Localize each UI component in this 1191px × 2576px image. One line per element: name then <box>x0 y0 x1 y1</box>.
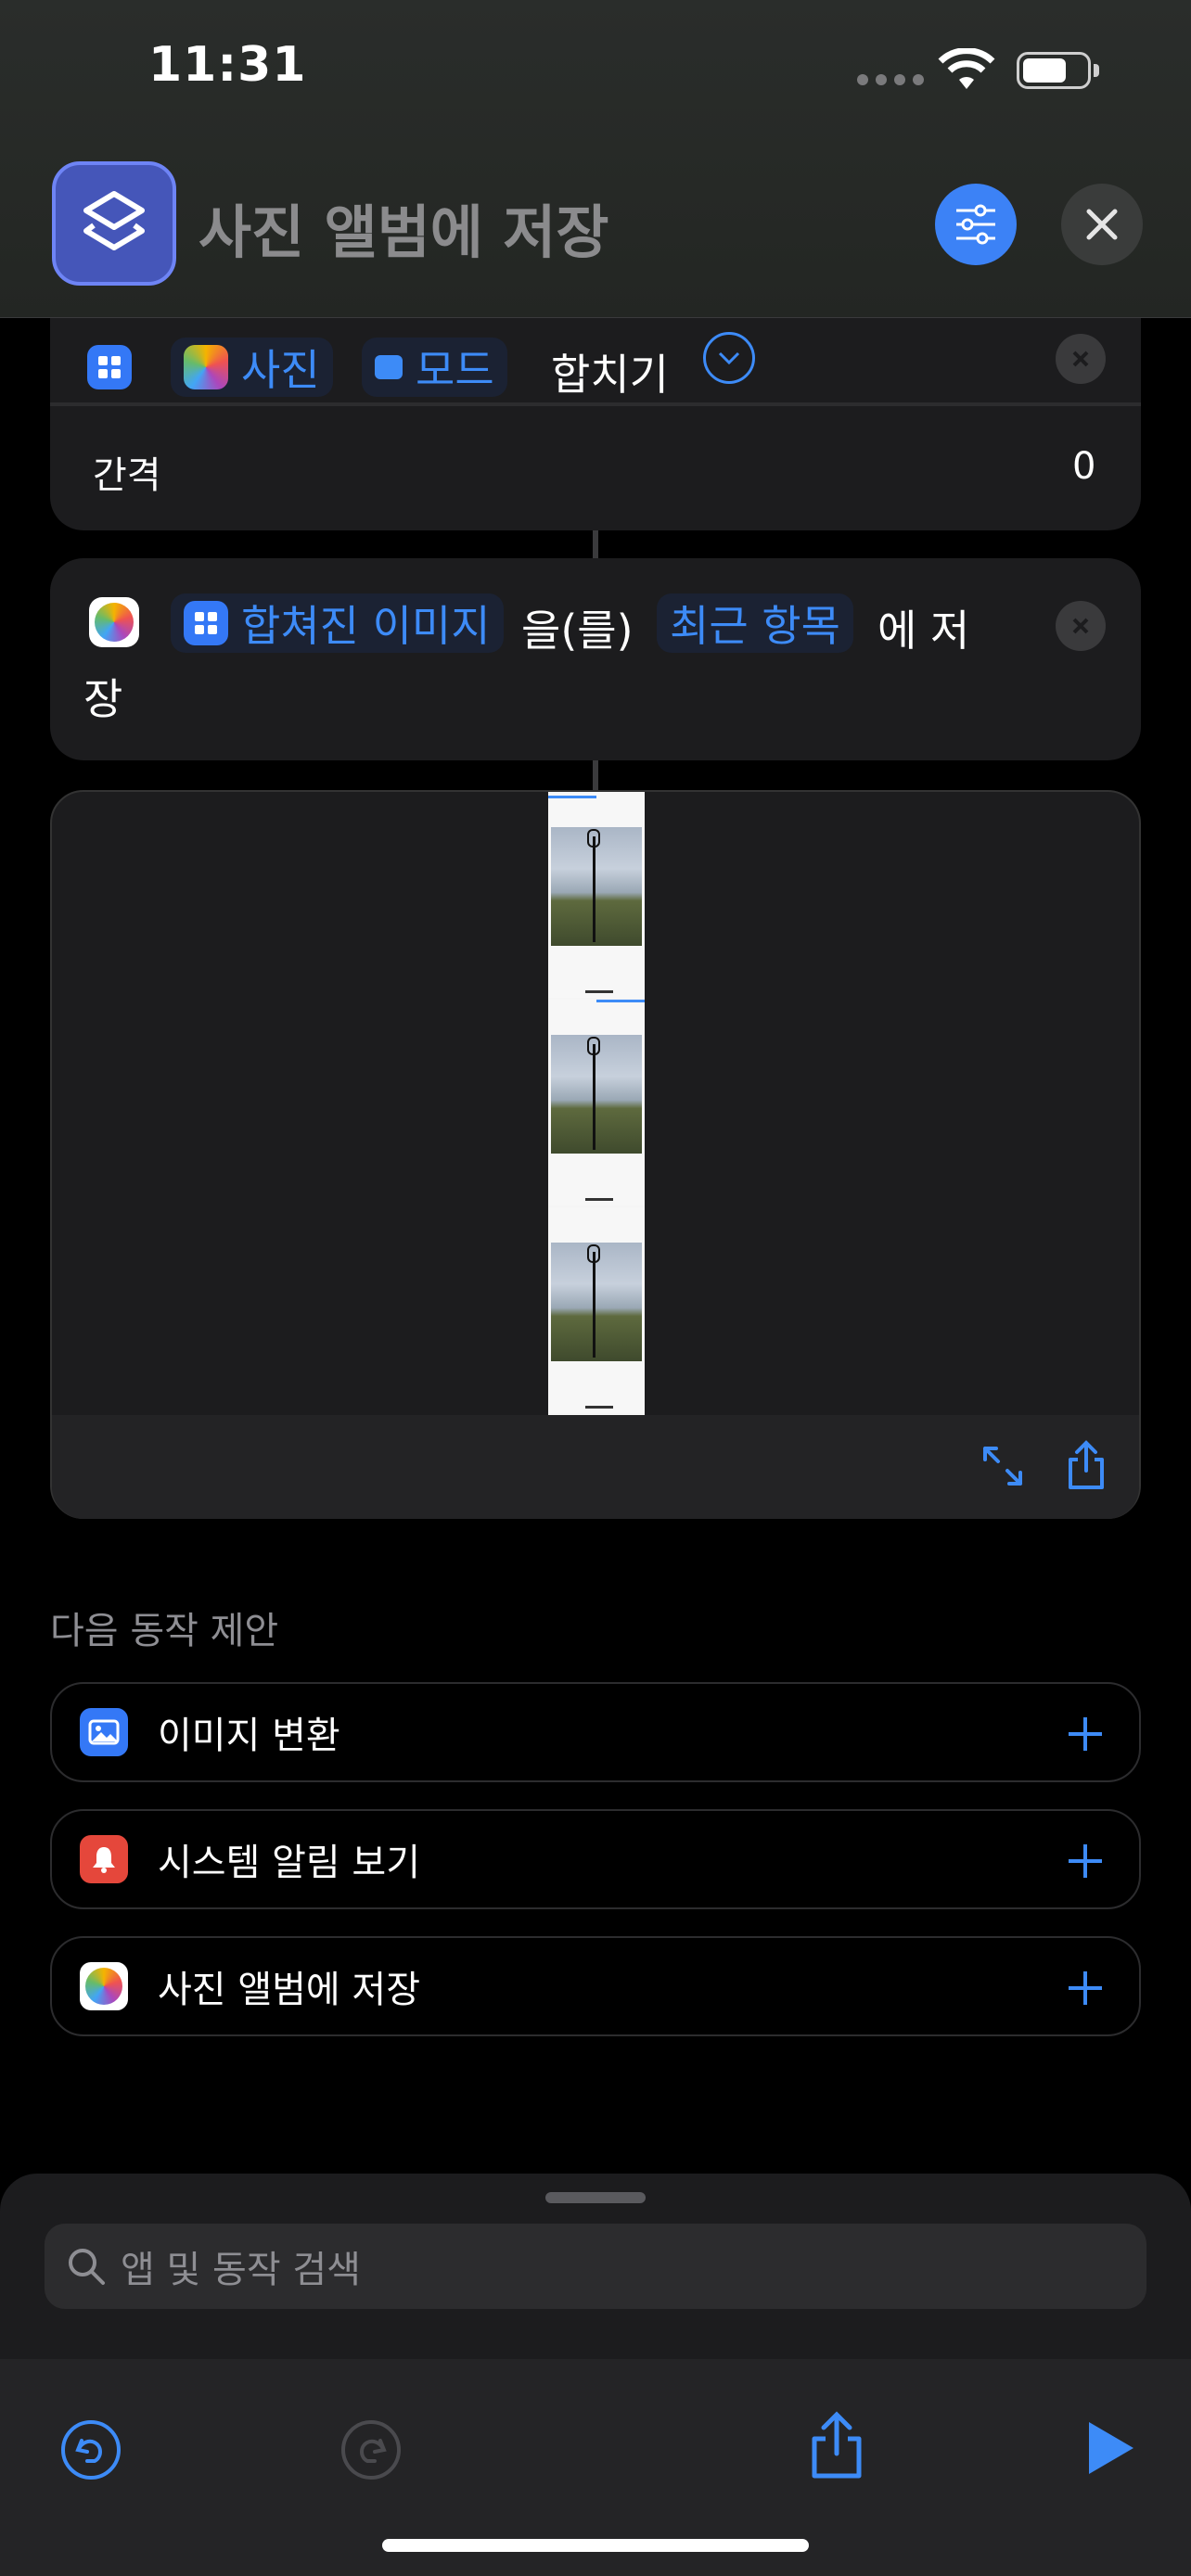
redo-icon <box>341 2420 401 2480</box>
expand-chevron-button[interactable] <box>703 332 755 384</box>
album-token[interactable]: 최근 항목 <box>657 593 853 653</box>
sheet-grabber[interactable] <box>545 2192 646 2203</box>
search-input[interactable]: 앱 및 동작 검색 <box>45 2224 1146 2309</box>
add-icon <box>1069 1717 1102 1751</box>
sliders-icon <box>956 204 995 245</box>
combined-image-token[interactable]: 합쳐진 이미지 <box>171 593 504 653</box>
combined-image-preview[interactable] <box>548 792 645 1415</box>
play-icon <box>1089 2422 1133 2474</box>
header-bar: 11:31 사진 앨범에 저장 <box>0 0 1191 318</box>
preview-screenshot-2 <box>548 1000 645 1205</box>
expand-arrows-icon <box>983 1447 1022 1486</box>
add-icon <box>1069 1844 1102 1878</box>
search-placeholder: 앱 및 동작 검색 <box>121 2249 361 2291</box>
shortcut-title[interactable]: 사진 앨범에 저장 <box>198 185 608 269</box>
remove-combine-action-button[interactable] <box>1056 334 1106 384</box>
share-icon <box>812 2411 862 2479</box>
share-button[interactable] <box>807 2411 866 2485</box>
suggestion-label: 사진 앨범에 저장 <box>158 1969 421 2011</box>
remove-save-action-button[interactable] <box>1056 601 1106 651</box>
photos-token[interactable]: 사진 <box>171 338 333 397</box>
suggestion-save-to-album[interactable]: 사진 앨범에 저장 <box>50 1936 1141 2036</box>
suggestion-label: 이미지 변환 <box>158 1715 340 1757</box>
save-text-part2: 장 <box>83 674 123 724</box>
photos-token-label: 사진 <box>241 345 320 395</box>
close-icon <box>1072 618 1089 634</box>
suggestions-heading: 다음 동작 제안 <box>50 1610 279 1652</box>
suggestion-label: 시스템 알림 보기 <box>158 1842 421 1884</box>
expand-preview-button[interactable] <box>980 1443 1026 1489</box>
save-to-album-action-card: 합쳐진 이미지 을(를) 최근 항목 에 저 장 <box>50 558 1141 760</box>
undo-icon <box>61 2420 121 2480</box>
battery-icon <box>1017 52 1099 89</box>
photos-icon <box>184 345 228 389</box>
share-icon <box>1069 1440 1104 1489</box>
status-time: 11:31 <box>148 37 307 93</box>
save-action-app-tile <box>89 597 139 647</box>
share-preview-button[interactable] <box>1063 1439 1109 1491</box>
run-button[interactable] <box>1083 2418 1137 2481</box>
redo-button[interactable] <box>339 2418 403 2485</box>
wifi-icon <box>937 47 996 96</box>
close-icon <box>1072 351 1089 367</box>
preview-toolbar <box>52 1415 1139 1519</box>
preview-screenshot-1 <box>548 792 645 998</box>
shortcuts-grid-icon <box>184 601 228 645</box>
shortcuts-layers-icon <box>83 191 145 250</box>
shortcuts-grid-icon <box>87 345 132 389</box>
speech-bubble-icon <box>375 355 403 379</box>
undo-button[interactable] <box>59 2418 122 2485</box>
action-connector <box>593 760 598 790</box>
preview-screenshot-3 <box>548 1207 645 1413</box>
result-preview-card <box>50 790 1141 1519</box>
photos-icon <box>80 1962 128 2010</box>
suggestion-convert-image[interactable]: 이미지 변환 <box>50 1682 1141 1782</box>
image-icon <box>80 1708 128 1756</box>
home-indicator <box>382 2539 809 2552</box>
album-token-label: 최근 항목 <box>670 601 840 651</box>
close-button[interactable] <box>1061 184 1143 265</box>
cellular-signal-icon <box>857 74 924 85</box>
bell-icon <box>80 1835 128 1883</box>
photos-icon <box>95 603 134 642</box>
add-icon <box>1069 1971 1102 2005</box>
close-icon <box>1086 209 1118 240</box>
chevron-down-icon <box>718 351 740 365</box>
mode-token-label: 모드 <box>416 345 494 395</box>
shortcut-icon-button[interactable] <box>52 161 176 286</box>
search-icon <box>69 2249 105 2285</box>
spacing-label: 간격 <box>93 454 161 497</box>
action-connector <box>593 530 598 558</box>
save-text-part1: 에 저 <box>877 606 970 656</box>
combined-image-token-label: 합쳐진 이미지 <box>241 601 491 651</box>
object-particle-text: 을(를) <box>521 606 634 656</box>
suggestion-show-notification[interactable]: 시스템 알림 보기 <box>50 1809 1141 1909</box>
spacing-value-field[interactable]: 0 <box>1072 445 1095 488</box>
mode-token[interactable]: 모드 <box>362 338 507 397</box>
combine-app-tile <box>87 345 132 389</box>
combine-text: 합치기 <box>551 350 669 400</box>
settings-button[interactable] <box>935 184 1017 265</box>
